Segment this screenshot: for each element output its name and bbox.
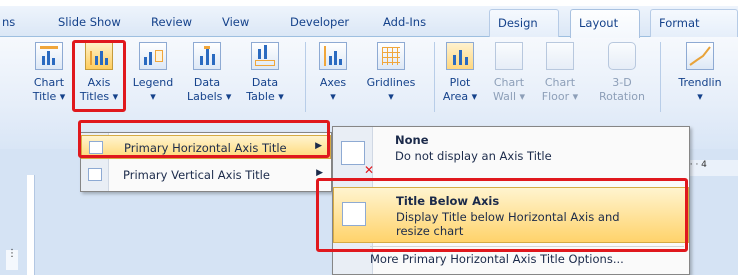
legend-icon <box>139 42 167 70</box>
vertical-axis-title-icon <box>88 168 102 181</box>
data-labels-label-2: Labels ▾ <box>187 90 232 103</box>
data-table-button[interactable]: Data Table ▾ <box>244 42 286 114</box>
tab-view[interactable]: View <box>222 15 249 29</box>
chart-title-icon <box>35 42 63 70</box>
annotation-box-axis-titles <box>72 40 126 112</box>
option-none[interactable]: None Do not display an Axis Title <box>333 129 689 173</box>
3d-rotation-label-2: Rotation <box>598 90 645 103</box>
axes-icon <box>319 42 347 70</box>
3d-rotation-icon <box>608 42 636 70</box>
tab-add-ins[interactable]: Add-Ins <box>383 15 426 29</box>
annotation-box-title-below-axis <box>316 178 688 252</box>
menu-item-primary-vertical-axis-title[interactable]: Primary Vertical Axis Title ▶ <box>81 163 331 187</box>
chart-floor-button[interactable]: Chart Floor ▾ <box>538 42 582 114</box>
no-axis-title-icon <box>341 141 365 165</box>
plot-area-icon <box>446 42 474 70</box>
chart-wall-button[interactable]: Chart Wall ▾ <box>490 42 528 114</box>
group-divider-2 <box>434 42 435 112</box>
chart-wall-icon <box>495 42 523 70</box>
gridlines-label-2: ▾ <box>388 90 394 103</box>
menu-item-label: Primary Vertical Axis Title <box>123 168 270 182</box>
chart-floor-icon <box>546 42 574 70</box>
group-divider <box>305 42 306 112</box>
chart-title-button[interactable]: Chart Title ▾ <box>30 42 68 114</box>
chart-wall-label-2: Wall ▾ <box>492 90 526 103</box>
tab-partial-animations[interactable]: ns <box>2 15 15 29</box>
legend-button[interactable]: Legend ▾ <box>131 42 175 114</box>
plot-area-label-2: Area ▾ <box>442 90 478 103</box>
chart-title-label: Chart <box>33 76 65 89</box>
data-table-label-2: Table ▾ <box>246 90 284 103</box>
axes-label: Axes <box>319 76 347 89</box>
chart-floor-label: Chart <box>544 76 576 89</box>
gridlines-icon <box>377 42 405 70</box>
gridlines-button[interactable]: Gridlines ▾ <box>358 42 424 114</box>
data-labels-label: Data <box>193 76 221 89</box>
legend-label: Legend <box>132 76 174 89</box>
group-divider-3 <box>660 42 661 112</box>
axes-label-2: ▾ <box>330 90 336 103</box>
legend-label-2: ▾ <box>150 90 156 103</box>
3d-rotation-label: 3-D <box>612 76 632 89</box>
submenu-arrow-icon: ▶ <box>316 168 323 178</box>
axes-button[interactable]: Axes ▾ <box>316 42 350 114</box>
option-none-title: None <box>395 133 429 147</box>
pane-grip[interactable]: ⋮ <box>6 249 18 270</box>
tab-format[interactable]: Format <box>650 9 738 38</box>
option-none-description: Do not display an Axis Title <box>395 149 552 163</box>
annotation-box-horizontal-axis-title <box>78 120 330 158</box>
trendline-label-2: ▾ <box>697 90 703 103</box>
data-labels-icon <box>193 42 221 70</box>
chart-title-label-2: Title ▾ <box>32 90 66 103</box>
trendline-button[interactable]: Trendlin ▾ <box>670 42 730 114</box>
plot-area-label: Plot <box>449 76 471 89</box>
chart-floor-label-2: Floor ▾ <box>541 90 579 103</box>
tab-layout[interactable]: Layout <box>570 9 640 38</box>
tab-review[interactable]: Review <box>151 15 192 29</box>
tab-slide-show[interactable]: Slide Show <box>58 15 121 29</box>
slide-panel-edge <box>27 175 35 275</box>
tab-developer[interactable]: Developer <box>290 15 349 29</box>
ribbon-tab-row: ns Slide Show Review View Developer Add-… <box>0 6 738 38</box>
gridlines-label: Gridlines <box>366 76 416 89</box>
3d-rotation-button[interactable]: 3-D Rotation <box>592 42 652 114</box>
trendline-icon <box>686 42 714 70</box>
plot-area-button[interactable]: Plot Area ▾ <box>440 42 480 114</box>
tab-design[interactable]: Design <box>489 9 559 38</box>
data-labels-button[interactable]: Data Labels ▾ <box>187 42 232 114</box>
data-table-icon <box>251 42 279 70</box>
more-axis-title-options-link[interactable]: More Primary Horizontal Axis Title Optio… <box>370 252 624 266</box>
trendline-label: Trendlin <box>678 76 722 89</box>
chart-wall-label: Chart <box>493 76 525 89</box>
remove-x-icon: ✕ <box>364 163 375 177</box>
data-table-label: Data <box>251 76 279 89</box>
